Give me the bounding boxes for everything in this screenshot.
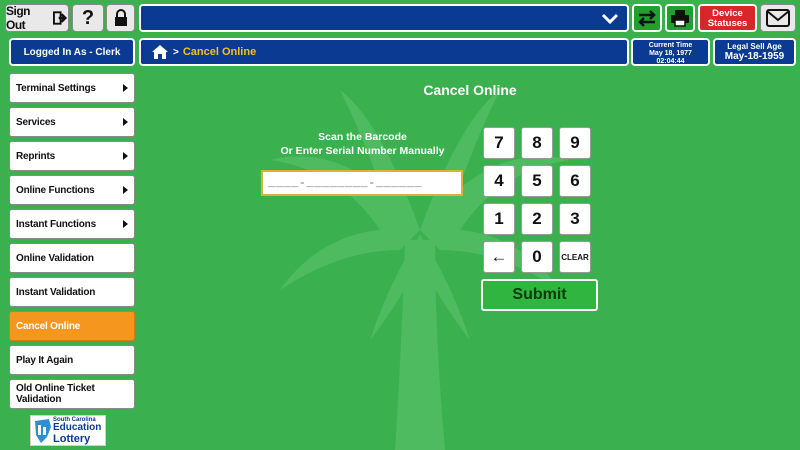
sign-out-label: Sign Out [6, 4, 30, 32]
sidebar-item-instant-functions[interactable]: Instant Functions [9, 209, 135, 239]
key-9[interactable]: 9 [559, 127, 591, 159]
key-7[interactable]: 7 [483, 127, 515, 159]
current-time-label: Current Time [648, 42, 693, 49]
sidebar-item-old-online-ticket-validation[interactable]: Old Online Ticket Validation [9, 379, 135, 409]
sidebar-item-label: Cancel Online [16, 320, 81, 332]
device-statuses-label: Device Statuses [707, 8, 748, 29]
scan-instruction-line2: Or Enter Serial Number Manually [280, 145, 445, 157]
top-dropdown-bar[interactable] [139, 4, 629, 32]
chevron-right-icon [123, 118, 128, 126]
sidebar-item-label: Old Online Ticket Validation [16, 383, 95, 405]
breadcrumb-current: Cancel Online [182, 46, 257, 58]
chevron-right-icon [123, 152, 128, 160]
chevron-right-icon [123, 186, 128, 194]
sidebar-item-reprints[interactable]: Reprints [9, 141, 135, 171]
backspace-arrow-icon: ← [490, 247, 508, 266]
breadcrumb-separator: > [173, 46, 179, 58]
backspace-key[interactable]: ← [483, 241, 515, 273]
key-6[interactable]: 6 [559, 165, 591, 197]
sidebar-item-online-validation[interactable]: Online Validation [9, 243, 135, 273]
sidebar-item-label: Instant Validation [16, 286, 96, 298]
scan-instructions: Scan the Barcode Or Enter Serial Number … [270, 130, 455, 158]
key-4[interactable]: 4 [483, 165, 515, 197]
logged-in-text: Logged In As - Clerk [23, 46, 121, 58]
sidebar-item-online-functions[interactable]: Online Functions [9, 175, 135, 205]
sidebar-item-label: Online Functions [16, 184, 95, 196]
sidebar-item-label: Services [16, 116, 56, 128]
swap-arrows-icon [638, 10, 656, 27]
logo-line3: Lottery [53, 433, 91, 445]
lock-icon [114, 9, 127, 26]
key-0[interactable]: 0 [521, 241, 553, 273]
help-icon: ? [81, 6, 95, 29]
help-button[interactable]: ? [72, 4, 104, 32]
sign-out-button[interactable]: Sign Out [5, 4, 69, 32]
scan-instruction-line1: Scan the Barcode [318, 131, 407, 143]
messages-button[interactable] [760, 4, 796, 32]
submit-button[interactable]: Submit [481, 279, 598, 311]
sidebar-item-cancel-online[interactable]: Cancel Online [9, 311, 135, 341]
key-5[interactable]: 5 [521, 165, 553, 197]
logo-line2: Education [53, 422, 102, 433]
sidebar-item-label: Instant Functions [16, 218, 96, 230]
chevron-right-icon [123, 84, 128, 92]
current-date: May 18, 1977 [649, 50, 692, 57]
legal-sell-age-date: May-18-1959 [724, 51, 785, 62]
sidebar-item-label: Reprints [16, 150, 55, 162]
sc-state-outline-icon [35, 419, 51, 443]
sidebar-item-label: Play It Again [16, 354, 74, 366]
key-8[interactable]: 8 [521, 127, 553, 159]
key-2[interactable]: 2 [521, 203, 553, 235]
sign-out-icon [52, 11, 67, 25]
envelope-icon [766, 9, 790, 27]
sidebar-item-play-it-again[interactable]: Play It Again [9, 345, 135, 375]
clear-key[interactable]: CLEAR [559, 241, 591, 273]
logged-in-status: Logged In As - Clerk [9, 38, 135, 66]
chevron-down-icon [601, 13, 619, 25]
legal-sell-age-panel: Legal Sell Age May-18-1959 [713, 38, 796, 66]
page-title: Cancel Online [423, 82, 517, 98]
device-statuses-button[interactable]: Device Statuses [698, 4, 757, 32]
current-time: 02:04:44 [656, 58, 685, 65]
home-icon[interactable] [151, 44, 169, 60]
breadcrumb: > Cancel Online [139, 38, 629, 66]
serial-number-input[interactable] [261, 170, 463, 196]
printer-button[interactable] [665, 4, 695, 32]
switch-button[interactable] [632, 4, 662, 32]
submit-label: Submit [512, 286, 567, 303]
printer-icon [671, 10, 689, 27]
sidebar-item-instant-validation[interactable]: Instant Validation [9, 277, 135, 307]
lock-button[interactable] [106, 4, 135, 32]
current-time-panel: Current Time May 18, 1977 02:04:44 [631, 38, 710, 66]
sidebar-item-label: Terminal Settings [16, 82, 96, 94]
sc-education-lottery-logo: South Carolina Education Lottery [30, 415, 106, 446]
key-3[interactable]: 3 [559, 203, 591, 235]
sidebar-item-terminal-settings[interactable]: Terminal Settings [9, 73, 135, 103]
sidebar-item-label: Online Validation [16, 252, 94, 264]
key-1[interactable]: 1 [483, 203, 515, 235]
chevron-right-icon [123, 220, 128, 228]
sidebar-item-services[interactable]: Services [9, 107, 135, 137]
